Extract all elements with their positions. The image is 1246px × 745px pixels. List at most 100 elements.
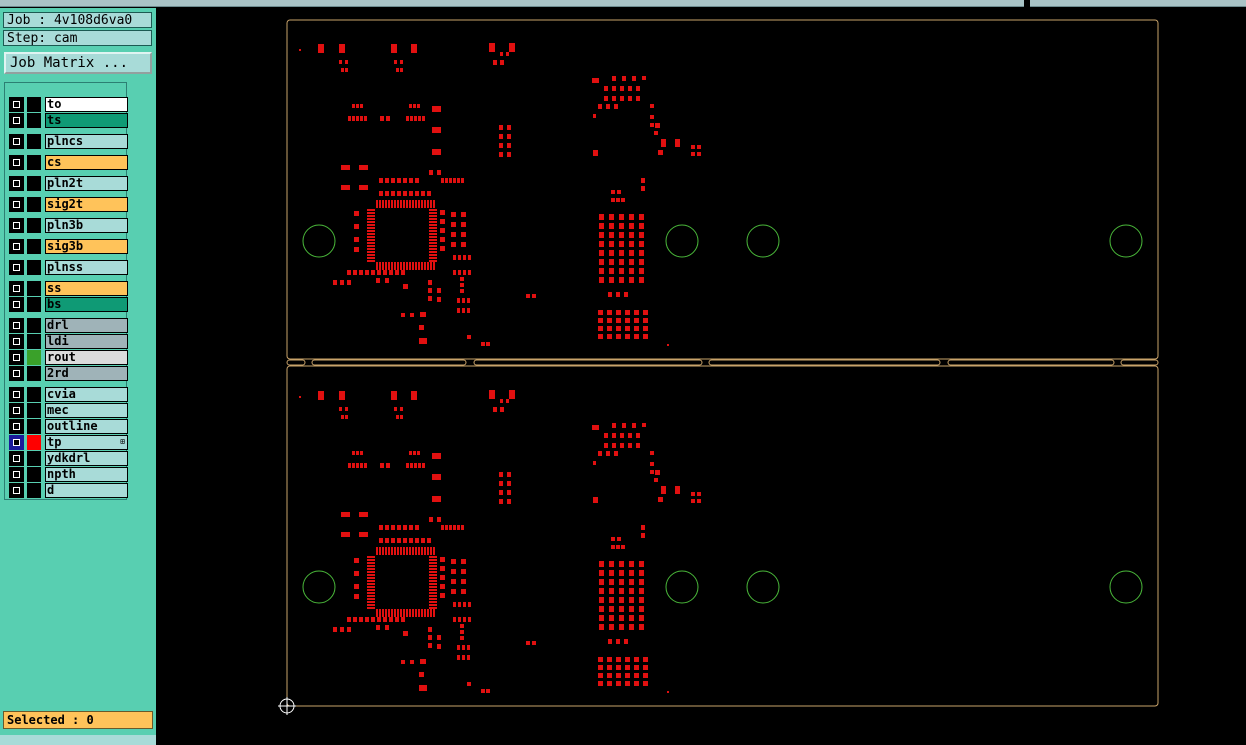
layer-color-swatch[interactable] (27, 97, 41, 112)
layer-name[interactable]: drl (45, 318, 128, 333)
layer-checkbox[interactable] (9, 350, 24, 365)
layer-color-swatch[interactable] (27, 387, 41, 402)
smd-pad (526, 294, 530, 298)
layer-color-swatch[interactable] (27, 239, 41, 254)
layer-checkbox[interactable] (9, 155, 24, 170)
layer-row-outline[interactable]: outline (9, 419, 128, 434)
layer-name[interactable]: plnss (45, 260, 128, 275)
layer-row-2rd[interactable]: 2rd (9, 366, 128, 381)
layer-checkbox[interactable] (9, 134, 24, 149)
pcb-view[interactable] (157, 8, 1246, 737)
layer-name[interactable]: 2rd (45, 366, 128, 381)
layer-name[interactable]: sig3b (45, 239, 128, 254)
layer-row-cvia[interactable]: cvia (9, 387, 128, 402)
layer-color-swatch[interactable] (27, 297, 41, 312)
layer-row-ldi[interactable]: ldi (9, 334, 128, 349)
layer-checkbox[interactable] (9, 403, 24, 418)
layer-checkbox[interactable] (9, 451, 24, 466)
layer-color-swatch[interactable] (27, 155, 41, 170)
layer-row-cs[interactable]: cs (9, 155, 128, 170)
layer-color-swatch[interactable] (27, 467, 41, 482)
layer-name[interactable]: ss (45, 281, 128, 296)
layer-row-ydkdrl[interactable]: ydkdrl (9, 451, 128, 466)
layer-name[interactable]: npth (45, 467, 128, 482)
layer-name[interactable]: plncs (45, 134, 128, 149)
layer-checkbox[interactable] (9, 281, 24, 296)
layer-row-pln2t[interactable]: pln2t (9, 176, 128, 191)
layer-checkbox[interactable] (9, 318, 24, 333)
layer-row-mec[interactable]: mec (9, 403, 128, 418)
layer-color-swatch[interactable] (27, 176, 41, 191)
layer-checkbox[interactable] (9, 366, 24, 381)
toolbar-segment-left[interactable] (0, 0, 1024, 7)
layer-checkbox[interactable] (9, 297, 24, 312)
job-matrix-button[interactable]: Job Matrix ... (4, 52, 152, 74)
layer-name[interactable]: ydkdrl (45, 451, 128, 466)
layer-name[interactable]: to (45, 97, 128, 112)
layer-name[interactable]: tp (45, 435, 128, 450)
layer-name[interactable]: outline (45, 419, 128, 434)
smd-pad (599, 232, 604, 238)
layer-row-bs[interactable]: bs (9, 297, 128, 312)
layer-color-swatch[interactable] (27, 197, 41, 212)
layer-name[interactable]: ldi (45, 334, 128, 349)
layer-color-swatch[interactable] (27, 113, 41, 128)
smd-pad (606, 104, 610, 109)
layer-checkbox[interactable] (9, 176, 24, 191)
layer-name[interactable]: mec (45, 403, 128, 418)
layer-row-drl[interactable]: drl (9, 318, 128, 333)
layer-checkbox[interactable] (9, 483, 24, 498)
layer-color-swatch[interactable] (27, 350, 41, 365)
layer-checkbox[interactable] (9, 467, 24, 482)
layer-color-swatch[interactable] (27, 134, 41, 149)
layer-name[interactable]: ts (45, 113, 128, 128)
layer-name[interactable]: rout (45, 350, 128, 365)
layer-checkbox[interactable] (9, 239, 24, 254)
graphics-canvas[interactable] (157, 8, 1246, 737)
layer-checkbox[interactable] (9, 435, 24, 450)
layer-checkbox[interactable] (9, 97, 24, 112)
layer-name[interactable]: pln3b (45, 218, 128, 233)
smd-pad (641, 533, 645, 538)
layer-checkbox[interactable] (9, 197, 24, 212)
layer-color-swatch[interactable] (27, 435, 41, 450)
layer-checkbox[interactable] (9, 419, 24, 434)
layer-row-plncs[interactable]: plncs (9, 134, 128, 149)
layer-name[interactable]: sig2t (45, 197, 128, 212)
layer-color-swatch[interactable] (27, 366, 41, 381)
layer-color-swatch[interactable] (27, 403, 41, 418)
layer-row-ss[interactable]: ss (9, 281, 128, 296)
layer-color-swatch[interactable] (27, 334, 41, 349)
smd-pad (391, 525, 395, 530)
layer-color-swatch[interactable] (27, 419, 41, 434)
layer-checkbox[interactable] (9, 387, 24, 402)
layer-color-swatch[interactable] (27, 318, 41, 333)
layer-name[interactable]: pln2t (45, 176, 128, 191)
layer-row-sig3b[interactable]: sig3b (9, 239, 128, 254)
toolbar-segment-right[interactable] (1030, 0, 1246, 7)
layer-color-swatch[interactable] (27, 483, 41, 498)
smd-pad (636, 433, 640, 438)
layer-row-pln3b[interactable]: pln3b (9, 218, 128, 233)
layer-row-to[interactable]: to (9, 97, 128, 112)
smd-pad (339, 60, 342, 64)
layer-row-ts[interactable]: ts (9, 113, 128, 128)
layer-checkbox[interactable] (9, 218, 24, 233)
layer-checkbox[interactable] (9, 260, 24, 275)
layer-row-sig2t[interactable]: sig2t (9, 197, 128, 212)
layer-row-npth[interactable]: npth (9, 467, 128, 482)
layer-color-swatch[interactable] (27, 281, 41, 296)
layer-color-swatch[interactable] (27, 451, 41, 466)
layer-checkbox[interactable] (9, 113, 24, 128)
layer-row-d[interactable]: d (9, 483, 128, 498)
layer-name[interactable]: d (45, 483, 128, 498)
layer-row-rout[interactable]: rout (9, 350, 128, 365)
layer-row-tp[interactable]: tp ⊞ (9, 435, 128, 450)
layer-checkbox[interactable] (9, 334, 24, 349)
layer-color-swatch[interactable] (27, 260, 41, 275)
layer-row-plnss[interactable]: plnss (9, 260, 128, 275)
layer-name[interactable]: bs (45, 297, 128, 312)
layer-color-swatch[interactable] (27, 218, 41, 233)
layer-name[interactable]: cvia (45, 387, 128, 402)
layer-name[interactable]: cs (45, 155, 128, 170)
